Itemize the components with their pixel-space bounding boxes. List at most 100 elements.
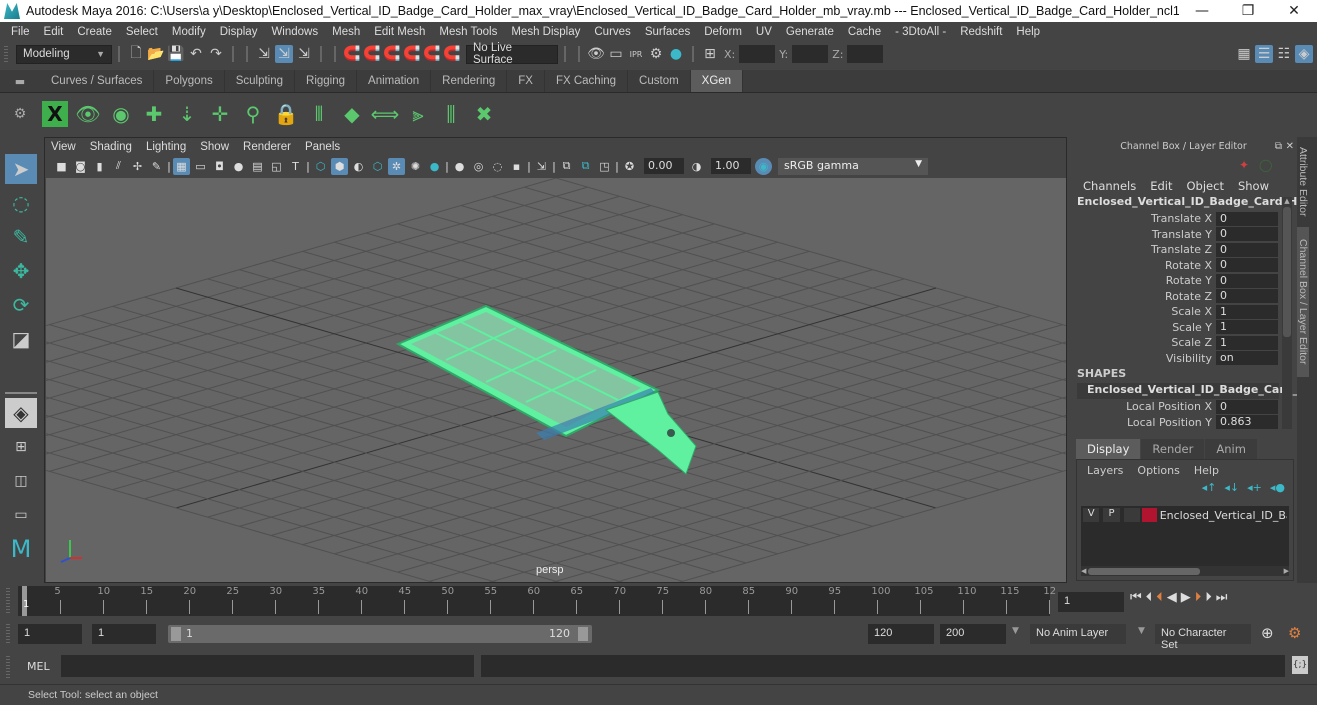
channel-row[interactable]: Rotate X0 (1071, 258, 1296, 274)
command-language-label[interactable]: MEL (27, 660, 50, 673)
menu-uv[interactable]: UV (749, 26, 779, 38)
anim-layer-chevron-icon[interactable]: ▼ (1012, 626, 1019, 636)
undo-icon[interactable]: ↶ (187, 45, 205, 63)
float-panel-icon[interactable]: ⧉ (1275, 141, 1282, 152)
channel-value-field[interactable]: 1 (1216, 304, 1278, 319)
modeling-toolkit-icon[interactable]: ▦ (1235, 45, 1253, 63)
tab-display[interactable]: Display (1076, 439, 1141, 459)
channel-value-field[interactable]: 0 (1216, 211, 1278, 226)
range-slider-grip[interactable] (6, 624, 10, 644)
two-panel-layout-icon[interactable]: ◫ (5, 466, 37, 496)
live-surface-field[interactable]: No Live Surface (466, 42, 558, 66)
menu-edit[interactable]: Edit (37, 26, 71, 38)
menu-windows[interactable]: Windows (264, 26, 325, 38)
place-guides-icon[interactable]: ⇣ (172, 98, 202, 130)
move-layer-down-icon[interactable]: ◂↓ (1224, 481, 1239, 494)
show-visible-icon[interactable]: 👁 (73, 98, 103, 130)
play-forward-icon[interactable]: ▶ (1181, 590, 1191, 605)
channel-value-field[interactable]: 1 (1216, 335, 1278, 350)
toggle-guide-visibility-icon[interactable]: ⚲ (238, 98, 268, 130)
viewport-menu-renderer[interactable]: Renderer (243, 141, 291, 153)
four-view-layout-icon[interactable]: ⊞ (5, 432, 37, 462)
textured-icon[interactable]: ✲ (388, 157, 405, 175)
gate-mask-icon[interactable]: ● (230, 158, 247, 175)
animation-start-field[interactable]: 1 (18, 624, 82, 644)
tab-fx-caching[interactable]: FX Caching (545, 70, 629, 92)
channel-menu-show[interactable]: Show (1238, 179, 1269, 193)
menu-file[interactable]: File (4, 26, 37, 38)
tab-animation[interactable]: Animation (357, 70, 432, 92)
shape-node-name[interactable]: Enclosed_Vertical_ID_Badge_Card_H... (1077, 383, 1317, 399)
move-tool-icon[interactable]: ✥ (5, 256, 37, 286)
animation-preferences-icon[interactable]: ⚙ (1288, 624, 1301, 642)
ipr-render-icon[interactable]: IPR (627, 45, 645, 63)
menu-create[interactable]: Create (70, 26, 119, 38)
guide-sculpt-icon[interactable]: ⟺ (370, 98, 400, 130)
menu-curves[interactable]: Curves (587, 26, 637, 38)
shelf-settings-icon[interactable]: ⚙ (0, 106, 40, 122)
smooth-shade-icon[interactable]: ⬢ (331, 157, 348, 175)
script-editor-icon[interactable]: {;} (1292, 656, 1308, 674)
channel-value-field[interactable]: 0 (1216, 242, 1278, 257)
channel-label[interactable]: Local Position X (1071, 400, 1216, 413)
tab-custom[interactable]: Custom (628, 70, 691, 92)
step-forward-key-icon[interactable]: ⏵ (1195, 590, 1202, 605)
menu-help[interactable]: Help (1009, 26, 1047, 38)
snap-grid-icon[interactable]: 🧲 (343, 45, 361, 63)
gamma-icon[interactable]: ◑ (688, 158, 705, 175)
render-view-icon[interactable]: 👁 (587, 45, 605, 63)
channel-row[interactable]: Translate Z0 (1071, 242, 1296, 258)
attribute-editor-toggle-icon[interactable]: ☰ (1255, 45, 1273, 63)
current-frame-field[interactable]: 1 (1058, 592, 1124, 612)
viewport-menu-view[interactable]: View (51, 141, 76, 153)
default-material-icon[interactable]: ◐ (350, 158, 367, 175)
minimize-button[interactable]: — (1179, 3, 1225, 19)
layer-horizontal-scrollbar[interactable]: ◀ ▶ (1081, 566, 1289, 576)
channel-value-field[interactable]: 1 (1216, 320, 1278, 335)
step-back-frame-icon[interactable]: ⏴ (1146, 590, 1153, 605)
image-plane-icon[interactable]: ⫽ (110, 158, 127, 175)
viewport-menu-lighting[interactable]: Lighting (146, 141, 186, 153)
motion-blur-icon[interactable]: ◎ (470, 158, 487, 175)
channel-menu-object[interactable]: Object (1187, 179, 1224, 193)
tab-xgen[interactable]: XGen (690, 70, 744, 92)
menu-mesh[interactable]: Mesh (325, 26, 367, 38)
go-to-start-icon[interactable]: ⏮ (1130, 590, 1142, 605)
rotate-manip-icon[interactable]: ◯ (1259, 158, 1272, 172)
animation-end-field[interactable]: 200 (940, 624, 1006, 644)
redo-icon[interactable]: ↷ (207, 45, 225, 63)
layer-row[interactable]: V P Enclosed_Vertical_ID_Bad (1081, 506, 1289, 524)
grease-pencil-icon[interactable]: ✎ (148, 158, 165, 175)
use-all-lights-icon[interactable]: ✺ (407, 158, 424, 175)
z-field[interactable] (847, 45, 884, 63)
outliner-layout-icon[interactable]: ▭ (5, 500, 37, 530)
anim-layer-dropdown[interactable]: No Anim Layer (1030, 624, 1126, 644)
shelf-menu-icon[interactable]: ▬ (0, 70, 40, 92)
channel-label[interactable]: Rotate Y (1071, 274, 1216, 287)
x-field[interactable] (739, 45, 776, 63)
channel-row[interactable]: Scale X1 (1071, 304, 1296, 320)
channel-label[interactable]: Translate X (1071, 212, 1216, 225)
wireframe-on-shaded-icon[interactable]: ⬡ (369, 158, 386, 175)
snap-view-plane-icon[interactable]: 🧲 (403, 45, 421, 63)
auto-key-icon[interactable]: ⊕ (1261, 624, 1274, 642)
channel-value-field[interactable]: 0 (1216, 258, 1278, 273)
close-panel-icon[interactable]: ✕ (1286, 141, 1294, 152)
tab-attribute-editor[interactable]: Attribute Editor (1297, 137, 1309, 227)
character-set-chevron-icon[interactable]: ▼ (1138, 626, 1145, 636)
menu-surfaces[interactable]: Surfaces (638, 26, 697, 38)
xray-icon[interactable]: ⧉ (558, 158, 575, 175)
channel-row[interactable]: Local Position X0 (1071, 399, 1296, 415)
grid-toggle-icon[interactable]: ▦ (173, 157, 190, 175)
xgen-editor-icon[interactable]: X (40, 98, 70, 130)
tab-rendering[interactable]: Rendering (431, 70, 508, 92)
range-end-handle[interactable] (578, 627, 588, 641)
maya-home-icon[interactable]: M (5, 534, 37, 564)
snap-curve-icon[interactable]: 🧲 (363, 45, 381, 63)
menu-set-dropdown[interactable]: Modeling ▼ (16, 44, 112, 64)
command-line-grip[interactable] (6, 656, 10, 678)
layer-menu-layers[interactable]: Layers (1087, 464, 1123, 477)
menu-edit-mesh[interactable]: Edit Mesh (367, 26, 432, 38)
channel-row[interactable]: Scale Y1 (1071, 320, 1296, 336)
channel-row[interactable]: Translate Y0 (1071, 227, 1296, 243)
